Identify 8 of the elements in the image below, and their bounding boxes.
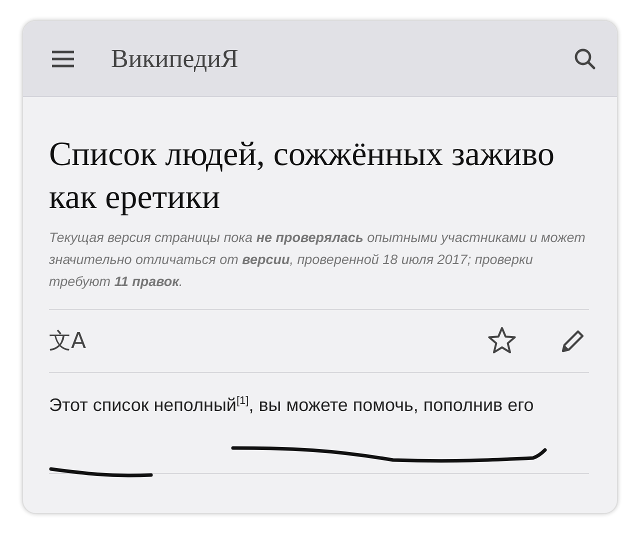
search-icon[interactable] — [573, 46, 597, 70]
review-notice: Текущая версия страницы пока не проверялась опытными участниками и может значительно отличаться от версии, проверенной 18 июля 2017; проверки требуют 11 правок. — [49, 227, 589, 310]
article-paragraph: Этот список неполный$^{[1]}$, вы можете помочь, пополнив его — [49, 394, 535, 417]
menu-icon[interactable] — [51, 48, 75, 68]
site-logo[interactable]: ВикипедиЯ — [111, 44, 573, 74]
star-icon[interactable] — [487, 326, 517, 356]
language-icon[interactable]: 文A — [49, 326, 86, 356]
article-title: Список людей, сожжённых заживо как еретики — [49, 135, 556, 218]
